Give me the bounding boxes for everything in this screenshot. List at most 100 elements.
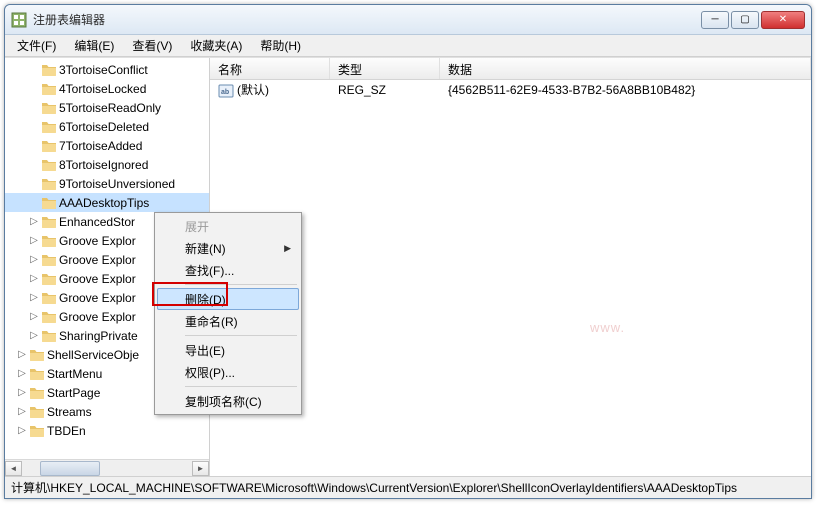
ctx-separator — [185, 284, 297, 285]
tree-item[interactable]: 9TortoiseUnversioned — [5, 174, 209, 193]
tree-item-label: SharingPrivate — [59, 329, 138, 343]
ctx-rename[interactable]: 重命名(R) — [157, 310, 299, 332]
col-header-type[interactable]: 类型 — [330, 58, 440, 79]
ctx-find[interactable]: 查找(F)... — [157, 259, 299, 281]
tree-item[interactable]: AAADesktopTips — [5, 193, 209, 212]
ctx-new[interactable]: 新建(N)▶ — [157, 237, 299, 259]
expander-icon[interactable]: ▷ — [27, 292, 41, 303]
folder-icon — [29, 405, 45, 419]
tree-item-label: 5TortoiseReadOnly — [59, 101, 161, 115]
tree-item-label: EnhancedStor — [59, 215, 135, 229]
expander-icon[interactable]: ▷ — [15, 368, 29, 379]
scroll-thumb[interactable] — [40, 461, 100, 476]
ctx-delete[interactable]: 删除(D) — [157, 288, 299, 310]
folder-icon — [41, 196, 57, 210]
menu-file[interactable]: 文件(F) — [9, 35, 64, 56]
scroll-left-button[interactable]: ◄ — [5, 461, 22, 476]
menubar: 文件(F) 编辑(E) 查看(V) 收藏夹(A) 帮助(H) — [5, 35, 811, 57]
tree-item-label: 8TortoiseIgnored — [59, 158, 148, 172]
minimize-button[interactable]: ─ — [701, 11, 729, 29]
scroll-track[interactable] — [22, 461, 192, 476]
folder-icon — [41, 101, 57, 115]
tree-item-label: Groove Explor — [59, 272, 136, 286]
window-title: 注册表编辑器 — [33, 11, 701, 28]
tree-item-label: StartPage — [47, 386, 100, 400]
ctx-copy-key-name[interactable]: 复制项名称(C) — [157, 390, 299, 412]
list-header[interactable]: 名称 类型 数据 — [210, 58, 811, 80]
ctx-separator — [185, 335, 297, 336]
folder-icon — [41, 234, 57, 248]
tree-item-label: 7TortoiseAdded — [59, 139, 142, 153]
tree-item-label: TBDEn — [47, 424, 86, 438]
tree-item-label: 3TortoiseConflict — [59, 63, 148, 77]
scroll-right-button[interactable]: ► — [192, 461, 209, 476]
ctx-permissions[interactable]: 权限(P)... — [157, 361, 299, 383]
folder-icon — [41, 139, 57, 153]
tree-hscrollbar[interactable]: ◄ ► — [5, 459, 209, 476]
folder-icon — [29, 367, 45, 381]
folder-icon — [29, 386, 45, 400]
value-type-cell: REG_SZ — [330, 81, 440, 99]
tree-item-label: Groove Explor — [59, 310, 136, 324]
registry-editor-window: 注册表编辑器 ─ ▢ ✕ 文件(F) 编辑(E) 查看(V) 收藏夹(A) 帮助… — [4, 4, 812, 499]
tree-item-label: Streams — [47, 405, 92, 419]
tree-item-label: StartMenu — [47, 367, 102, 381]
tree-item-label: 6TortoiseDeleted — [59, 120, 149, 134]
tree-item-label: ShellServiceObje — [47, 348, 139, 362]
folder-icon — [29, 424, 45, 438]
value-data-cell: {4562B511-62E9-4533-B7B2-56A8BB10B482} — [440, 81, 811, 99]
folder-icon — [41, 82, 57, 96]
expander-icon[interactable]: ▷ — [27, 216, 41, 227]
expander-icon[interactable]: ▷ — [15, 425, 29, 436]
tree-item[interactable]: 5TortoiseReadOnly — [5, 98, 209, 117]
context-menu[interactable]: 展开 新建(N)▶ 查找(F)... 删除(D) 重命名(R) 导出(E) 权限… — [154, 212, 302, 415]
tree-item[interactable]: 3TortoiseConflict — [5, 60, 209, 79]
menu-view[interactable]: 查看(V) — [124, 35, 180, 56]
list-row[interactable]: (默认) REG_SZ {4562B511-62E9-4533-B7B2-56A… — [210, 80, 811, 100]
folder-icon — [41, 158, 57, 172]
ctx-export[interactable]: 导出(E) — [157, 339, 299, 361]
tree-item[interactable]: 7TortoiseAdded — [5, 136, 209, 155]
expander-icon[interactable]: ▷ — [27, 330, 41, 341]
col-header-name[interactable]: 名称 — [210, 58, 330, 79]
submenu-arrow-icon: ▶ — [284, 243, 291, 254]
folder-icon — [41, 120, 57, 134]
menu-favorites[interactable]: 收藏夹(A) — [182, 35, 250, 56]
ctx-separator — [185, 386, 297, 387]
folder-icon — [41, 177, 57, 191]
expander-icon[interactable]: ▷ — [27, 273, 41, 284]
expander-icon[interactable]: ▷ — [27, 311, 41, 322]
tree-item[interactable]: 6TortoiseDeleted — [5, 117, 209, 136]
col-header-data[interactable]: 数据 — [440, 58, 811, 79]
string-value-icon — [218, 83, 234, 99]
folder-icon — [41, 291, 57, 305]
tree-item[interactable]: 4TortoiseLocked — [5, 79, 209, 98]
tree-item[interactable]: ▷ TBDEn — [5, 421, 209, 440]
titlebar[interactable]: 注册表编辑器 ─ ▢ ✕ — [5, 5, 811, 35]
folder-icon — [41, 310, 57, 324]
menu-help[interactable]: 帮助(H) — [252, 35, 309, 56]
tree-item-label: Groove Explor — [59, 253, 136, 267]
folder-icon — [41, 253, 57, 267]
expander-icon[interactable]: ▷ — [15, 349, 29, 360]
close-button[interactable]: ✕ — [761, 11, 805, 29]
folder-icon — [41, 329, 57, 343]
folder-icon — [41, 63, 57, 77]
menu-edit[interactable]: 编辑(E) — [66, 35, 122, 56]
maximize-button[interactable]: ▢ — [731, 11, 759, 29]
app-icon — [11, 12, 27, 28]
tree-item[interactable]: 8TortoiseIgnored — [5, 155, 209, 174]
expander-icon[interactable]: ▷ — [15, 406, 29, 417]
folder-icon — [29, 348, 45, 362]
folder-icon — [41, 272, 57, 286]
tree-item-label: 4TortoiseLocked — [59, 82, 146, 96]
expander-icon[interactable]: ▷ — [27, 235, 41, 246]
expander-icon[interactable]: ▷ — [27, 254, 41, 265]
statusbar: 计算机\HKEY_LOCAL_MACHINE\SOFTWARE\Microsof… — [5, 476, 811, 498]
tree-item-label: AAADesktopTips — [59, 196, 149, 210]
ctx-expand: 展开 — [157, 215, 299, 237]
folder-icon — [41, 215, 57, 229]
tree-item-label: Groove Explor — [59, 234, 136, 248]
expander-icon[interactable]: ▷ — [15, 387, 29, 398]
value-name-cell[interactable]: (默认) — [210, 79, 330, 101]
